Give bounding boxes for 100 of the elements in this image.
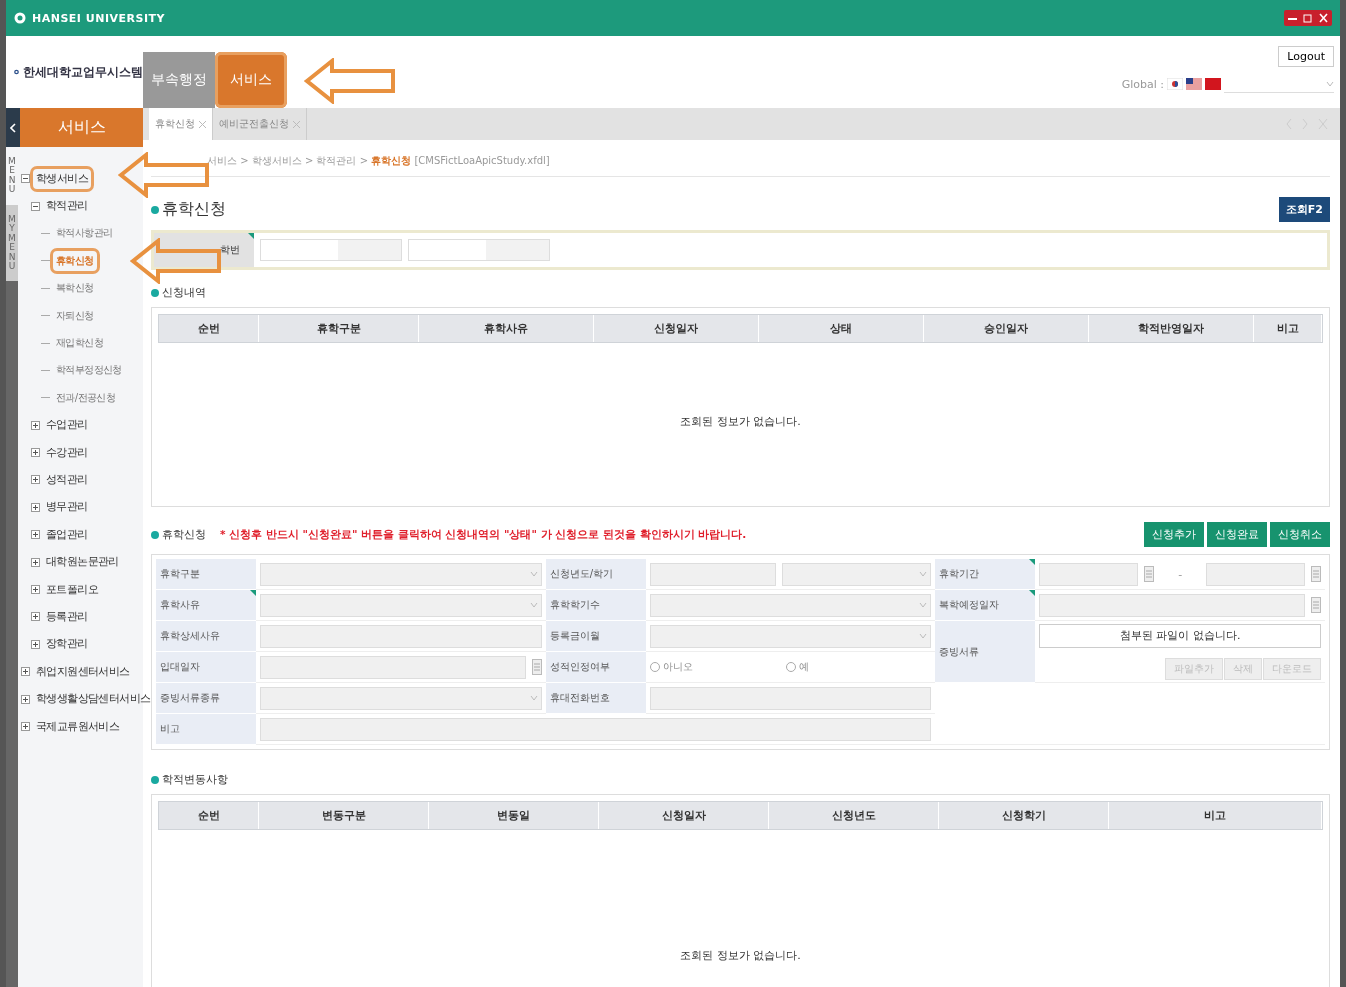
date-field[interactable] [260,655,526,679]
expand-toggle[interactable] [31,448,40,458]
select-field[interactable] [649,624,932,648]
column-header: 비고 [1109,802,1322,829]
radio-option[interactable]: 아니오 [649,660,780,674]
field-label: 복학예정일자 [935,590,1036,621]
expand-toggle[interactable] [21,667,30,677]
menu-item[interactable]: 자퇴신청 [53,305,97,326]
top-menu-tab[interactable]: 서비스 [215,52,287,108]
input-field[interactable] [260,717,932,741]
top-menu-tab[interactable]: 부속행정 [143,52,215,108]
menu-side-tab[interactable]: MENU [6,147,18,205]
column-header: 순번 [159,802,259,829]
menu-item[interactable]: 학생서비스 [33,168,91,189]
section-title: 휴학신청 [151,527,206,542]
menu-item[interactable]: 국제교류원서비스 [33,716,123,737]
expand-toggle[interactable] [31,420,40,430]
menu-item[interactable]: 복학신청 [53,278,97,299]
dropdown-caret-icon[interactable] [1326,80,1334,87]
field-label: 비고 [156,714,256,745]
expand-toggle[interactable] [31,639,40,649]
flag-icon[interactable] [1167,78,1183,90]
field-label: 휴대전화번호 [545,683,646,714]
menu-item[interactable]: 병무관리 [43,497,91,518]
restore-icon[interactable] [1303,12,1313,24]
input-field[interactable] [260,239,402,261]
collapse-toggle[interactable] [21,174,30,184]
expand-toggle[interactable] [31,530,40,540]
section-title: 학적변동사항 [151,772,228,787]
input-field[interactable] [260,624,542,648]
calendar-icon[interactable] [531,659,542,675]
menu-item[interactable]: 재입학신청 [53,333,106,354]
flag-icon[interactable] [1186,78,1202,90]
mymenu-side-tab[interactable]: MYMENU [6,204,18,282]
select-field[interactable] [782,562,932,586]
menu-item[interactable]: 장학관리 [43,634,91,655]
menu-item[interactable]: 대학원논문관리 [43,552,122,573]
input-field[interactable] [649,562,777,586]
date-field[interactable] [1039,593,1305,617]
column-header: 비고 [1254,315,1322,342]
menu-item[interactable]: 수업관리 [43,415,91,436]
column-header: 학적반영일자 [1089,315,1254,342]
menu-item[interactable]: 취업지원센터서비스 [33,661,133,682]
action-button[interactable]: 신청취소 [1270,522,1330,547]
calendar-icon[interactable] [1144,566,1155,582]
menu-item[interactable]: 수강관리 [43,442,91,463]
bullet-icon [151,205,159,214]
section-title: 신청내역 [151,285,206,300]
menu-item[interactable]: 학적부정정신청 [53,360,125,381]
dropdown-caret-icon[interactable] [529,602,538,608]
column-header: 휴학구분 [259,315,419,342]
range-separator: - [1177,567,1184,581]
column-header: 신청일자 [594,315,759,342]
menu-item[interactable]: 학적사항관리 [53,223,116,244]
collapse-sidebar-button[interactable] [6,108,20,147]
expand-toggle[interactable] [31,475,40,485]
expand-toggle[interactable] [21,694,30,704]
radio-option[interactable]: 예 [785,660,916,674]
menu-item[interactable]: 전과/전공신청 [53,387,119,408]
select-field[interactable] [260,562,542,586]
column-header: 신청학기 [939,802,1109,829]
sidebar-title: 서비스 [56,117,107,138]
menu-item[interactable]: 학생생활상담센터서비스 [33,689,154,710]
date-field[interactable] [1206,562,1305,586]
language-label: Global : [1121,77,1164,91]
menu-item[interactable]: 학적관리 [43,196,91,217]
action-button[interactable]: 신청추가 [1144,522,1204,547]
select-field[interactable] [260,593,542,617]
menu-item[interactable]: 졸업관리 [43,524,91,545]
dropdown-caret-icon[interactable] [529,571,538,577]
empty-message: 조회된 정보가 없습니다. [680,414,801,429]
select-field[interactable] [260,686,542,710]
dropdown-caret-icon[interactable] [919,602,928,608]
menu-item[interactable]: 성적관리 [43,470,91,490]
expand-toggle[interactable] [31,612,40,622]
calendar-icon[interactable] [1311,566,1321,582]
dropdown-caret-icon[interactable] [529,695,538,701]
search-button[interactable]: 조회F2 [1278,197,1330,222]
expand-toggle[interactable] [31,585,40,595]
select-field[interactable] [649,593,932,617]
dropdown-caret-icon[interactable] [919,633,928,639]
column-header: 신청년도 [769,802,939,829]
logout-button[interactable]: Logout [1278,46,1334,67]
close-icon [199,120,206,128]
document-tab[interactable]: 휴학신청 [149,108,213,140]
input-field[interactable] [408,239,550,261]
input-field[interactable] [649,686,932,710]
collapse-toggle[interactable] [31,201,40,211]
calendar-icon[interactable] [1311,597,1321,613]
menu-item[interactable]: 포트폴리오 [43,579,101,600]
menu-item[interactable]: 등록관리 [43,606,91,627]
menu-item[interactable]: 휴학신청 [53,250,97,271]
dropdown-caret-icon[interactable] [919,571,928,577]
expand-toggle[interactable] [31,557,40,567]
action-button[interactable]: 신청완료 [1207,522,1267,547]
expand-toggle[interactable] [21,722,30,731]
expand-toggle[interactable] [31,502,40,512]
close-icon [293,120,300,128]
date-field[interactable] [1039,562,1139,586]
column-header: 신청일자 [599,802,769,829]
